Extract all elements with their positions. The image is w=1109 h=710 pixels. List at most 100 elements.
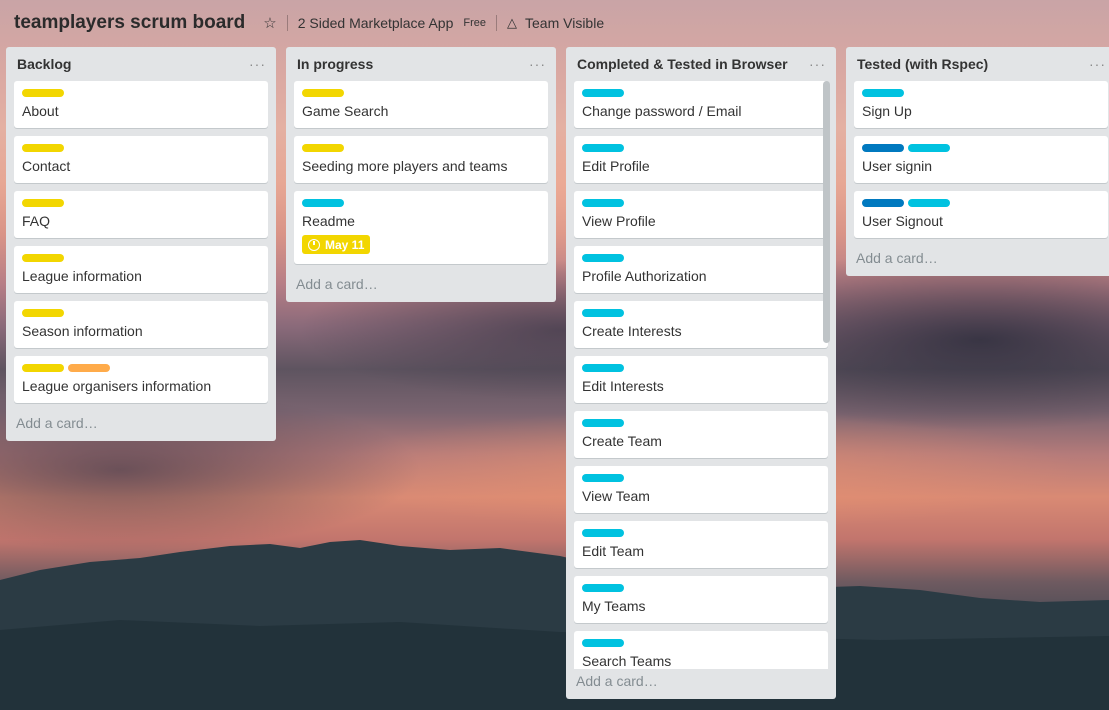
card-title: FAQ bbox=[22, 213, 51, 229]
card-labels bbox=[582, 254, 820, 262]
label-yellow bbox=[302, 144, 344, 152]
add-card-button[interactable]: Add a card… bbox=[846, 246, 1109, 276]
card[interactable]: Change password / Email bbox=[574, 81, 828, 128]
label-cyan bbox=[582, 309, 624, 317]
team-icon: △ bbox=[507, 15, 517, 30]
card[interactable]: Create Team bbox=[574, 411, 828, 458]
card[interactable]: Contact bbox=[14, 136, 268, 183]
card-labels bbox=[582, 199, 820, 207]
card-labels bbox=[862, 199, 1100, 207]
due-date-badge: May 11 bbox=[302, 235, 371, 254]
label-blue bbox=[862, 199, 904, 207]
board-header: teamplayers scrum board ☆ 2 Sided Market… bbox=[0, 0, 1109, 46]
card[interactable]: Edit Profile bbox=[574, 136, 828, 183]
card[interactable]: User signin bbox=[854, 136, 1108, 183]
card-title: User signin bbox=[862, 158, 933, 174]
card-list: About Contact FAQ League information Season … bbox=[6, 81, 276, 403]
card-labels bbox=[22, 199, 260, 207]
card-labels bbox=[582, 144, 820, 152]
label-yellow bbox=[22, 254, 64, 262]
team-name[interactable]: 2 Sided Marketplace App bbox=[298, 15, 454, 31]
card[interactable]: League organisers information bbox=[14, 356, 268, 403]
board-title[interactable]: teamplayers scrum board bbox=[14, 12, 245, 34]
add-card-button[interactable]: Add a card… bbox=[566, 669, 836, 699]
card-labels bbox=[22, 144, 260, 152]
clock-icon bbox=[308, 238, 320, 251]
label-blue bbox=[862, 144, 904, 152]
add-card-button[interactable]: Add a card… bbox=[6, 411, 276, 441]
card-title: League information bbox=[22, 268, 142, 284]
card[interactable]: League information bbox=[14, 246, 268, 293]
card[interactable]: Seeding more players and teams bbox=[294, 136, 548, 183]
card-title: Search Teams bbox=[582, 653, 672, 669]
scrollbar-thumb[interactable] bbox=[823, 81, 830, 343]
card[interactable]: Profile Authorization bbox=[574, 246, 828, 293]
list-header: Tested (with Rspec) ··· bbox=[846, 47, 1109, 81]
plan-badge: Free bbox=[463, 17, 486, 29]
card-title: View Profile bbox=[582, 213, 656, 229]
card[interactable]: My Teams bbox=[574, 576, 828, 623]
card-list: Sign Up User signin User Signout bbox=[846, 81, 1109, 238]
card[interactable]: Edit Interests bbox=[574, 356, 828, 403]
label-cyan bbox=[582, 639, 624, 647]
card-title: Edit Interests bbox=[582, 378, 664, 394]
card[interactable]: View Team bbox=[574, 466, 828, 513]
list-title[interactable]: In progress bbox=[297, 56, 373, 72]
card[interactable]: Readme May 11 bbox=[294, 191, 548, 264]
card-labels bbox=[302, 199, 540, 207]
card[interactable]: Sign Up bbox=[854, 81, 1108, 128]
add-card-button[interactable]: Add a card… bbox=[286, 272, 556, 302]
card-title: Readme bbox=[302, 213, 355, 229]
card-labels bbox=[22, 309, 260, 317]
card-labels bbox=[582, 419, 820, 427]
label-cyan bbox=[582, 89, 624, 97]
card-title: Change password / Email bbox=[582, 103, 742, 119]
card-labels bbox=[582, 529, 820, 537]
card-title: Contact bbox=[22, 158, 71, 174]
card-labels bbox=[22, 364, 260, 372]
list-header: Completed & Tested in Browser ··· bbox=[566, 47, 836, 81]
card[interactable]: Game Search bbox=[294, 81, 548, 128]
card-title: Seeding more players and teams bbox=[302, 158, 508, 174]
list-menu-icon[interactable]: ··· bbox=[1089, 56, 1106, 72]
list-header: In progress ··· bbox=[286, 47, 556, 81]
list-scrollbar[interactable] bbox=[823, 81, 830, 669]
card-title: About bbox=[22, 103, 59, 119]
list-menu-icon[interactable]: ··· bbox=[249, 56, 266, 72]
card-title: League organisers information bbox=[22, 378, 212, 394]
card-title: My Teams bbox=[582, 598, 646, 614]
list-menu-icon[interactable]: ··· bbox=[529, 56, 546, 72]
label-cyan bbox=[302, 199, 344, 207]
star-icon[interactable]: ☆ bbox=[263, 14, 276, 32]
list-title[interactable]: Completed & Tested in Browser bbox=[577, 56, 788, 72]
card[interactable]: View Profile bbox=[574, 191, 828, 238]
list-title[interactable]: Backlog bbox=[17, 56, 71, 72]
list-header: Backlog ··· bbox=[6, 47, 276, 81]
card[interactable]: User Signout bbox=[854, 191, 1108, 238]
card-labels bbox=[302, 89, 540, 97]
card-labels bbox=[862, 144, 1100, 152]
card[interactable]: FAQ bbox=[14, 191, 268, 238]
list-completed-tested-in-browser: Completed & Tested in Browser ··· Change p… bbox=[566, 47, 836, 699]
list-title[interactable]: Tested (with Rspec) bbox=[857, 56, 988, 72]
card-title: Edit Team bbox=[582, 543, 644, 559]
visibility-button[interactable]: △ Team Visible bbox=[507, 15, 604, 31]
card[interactable]: About bbox=[14, 81, 268, 128]
label-orange bbox=[68, 364, 110, 372]
label-cyan bbox=[582, 419, 624, 427]
card-list: Change password / Email Edit Profile View … bbox=[566, 81, 836, 669]
card-labels bbox=[582, 639, 820, 647]
card-labels bbox=[582, 474, 820, 482]
card[interactable]: Create Interests bbox=[574, 301, 828, 348]
card-title: Sign Up bbox=[862, 103, 912, 119]
label-yellow bbox=[302, 89, 344, 97]
label-yellow bbox=[22, 309, 64, 317]
card[interactable]: Edit Team bbox=[574, 521, 828, 568]
label-cyan bbox=[908, 199, 950, 207]
label-cyan bbox=[582, 529, 624, 537]
card-labels bbox=[22, 89, 260, 97]
card[interactable]: Search Teams bbox=[574, 631, 828, 669]
label-cyan bbox=[582, 364, 624, 372]
list-menu-icon[interactable]: ··· bbox=[809, 56, 826, 72]
card[interactable]: Season information bbox=[14, 301, 268, 348]
